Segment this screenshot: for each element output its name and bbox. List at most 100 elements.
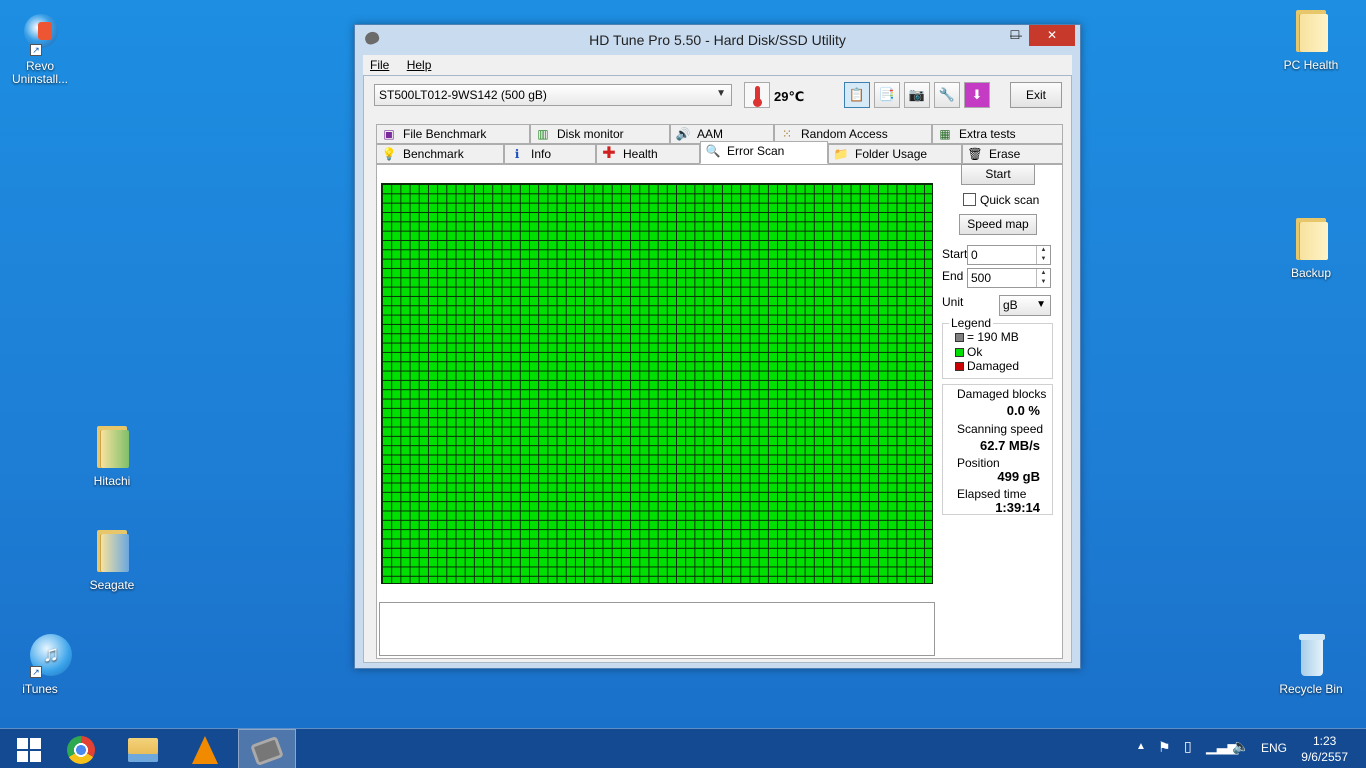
- tab-strip: ▣ File Benchmark ▥ Disk monitor 🔊 AAM ⁙ Rand…: [376, 124, 1063, 164]
- folder-icon: [95, 424, 129, 468]
- battery-icon[interactable]: ▯: [1184, 738, 1192, 755]
- desktop-icon-hitachi[interactable]: Hitachi: [72, 424, 152, 488]
- clock-date: 9/6/2557: [1301, 750, 1348, 764]
- chevron-down-icon: ▼: [1036, 299, 1046, 310]
- desktop-icon-recycle-bin[interactable]: Recycle Bin: [1271, 632, 1351, 696]
- legend-block-row: = 190 MB: [955, 330, 1019, 344]
- screenshot-button[interactable]: 📷: [904, 82, 930, 108]
- position-value: 499 gB: [997, 469, 1040, 484]
- drive-select-value: ST500LT012-9WS142 (500 gB): [379, 88, 547, 102]
- show-hidden-icons-icon[interactable]: ▲: [1136, 741, 1146, 752]
- options-button[interactable]: 🔧: [934, 82, 960, 108]
- taskbar-file-explorer[interactable]: [114, 729, 172, 768]
- chevron-down-icon: ▼: [716, 88, 726, 99]
- legend-damaged-row: Damaged: [955, 359, 1019, 373]
- chrome-icon: [67, 736, 95, 765]
- tab-info[interactable]: ℹ Info: [504, 144, 596, 164]
- tools-icon: 🔧: [938, 87, 956, 102]
- desktop-icon-label: Seagate: [89, 578, 135, 592]
- end-field[interactable]: 500 ▲ ▼: [967, 268, 1051, 288]
- title-bar[interactable]: HD Tune Pro 5.50 - Hard Disk/SSD Utility…: [355, 25, 1080, 53]
- vlc-cone-icon: [192, 736, 218, 765]
- start-button[interactable]: [0, 729, 58, 768]
- gray-swatch-icon: [955, 333, 964, 342]
- window-title: HD Tune Pro 5.50 - Hard Disk/SSD Utility: [589, 32, 846, 48]
- tab-extra-tests[interactable]: ▦ Extra tests: [932, 124, 1063, 144]
- unit-label: Unit: [942, 295, 964, 309]
- client-area: ST500LT012-9WS142 (500 gB) ▼ 29℃ 📋 📑 📷 🔧…: [363, 75, 1072, 663]
- copy-icon: 📋: [848, 87, 866, 102]
- desktop-icon-backup[interactable]: Backup: [1271, 216, 1351, 280]
- itunes-icon: ♫ ↗: [16, 632, 72, 680]
- copy-all-button[interactable]: 📑: [874, 82, 900, 108]
- start-field[interactable]: 0 ▲ ▼: [967, 245, 1051, 265]
- copy-text-button[interactable]: 📋: [844, 82, 870, 108]
- desktop-icon-label: Revo Uninstall...: [11, 59, 69, 86]
- unit-select-value: gB: [1003, 298, 1018, 312]
- legend-ok-row: Ok: [955, 345, 982, 359]
- desktop-icon-seagate[interactable]: Seagate: [72, 528, 152, 592]
- language-indicator[interactable]: ENG: [1261, 741, 1287, 755]
- start-field-value: 0: [971, 248, 978, 262]
- hdtune-window: HD Tune Pro 5.50 - Hard Disk/SSD Utility…: [354, 24, 1081, 669]
- quick-scan-checkbox[interactable]: [963, 193, 976, 206]
- start-scan-button[interactable]: Start: [961, 164, 1035, 185]
- elapsed-time-label: Elapsed time: [957, 487, 1027, 501]
- menu-help[interactable]: Help: [400, 55, 439, 75]
- copy-all-icon: 📑: [878, 87, 896, 102]
- scan-stats-group: Damaged blocks 0.0 % Scanning speed 62.7…: [942, 384, 1053, 515]
- scanning-speed-label: Scanning speed: [957, 422, 1044, 436]
- maximize-button[interactable]: ☐: [1001, 25, 1029, 46]
- error-scan-panel: Start Quick scan Speed map Start 0 ▲ ▼ En…: [376, 164, 1063, 659]
- folder-icon: [1294, 216, 1328, 260]
- damaged-blocks-value: 0.0 %: [1006, 403, 1040, 418]
- desktop-icon-revo[interactable]: ↗ Revo Uninstall...: [0, 10, 80, 86]
- end-label: End: [942, 269, 964, 283]
- info-icon: ℹ: [514, 147, 520, 161]
- save-button[interactable]: ⬇: [964, 82, 990, 108]
- taskbar-hdtune[interactable]: [238, 729, 296, 768]
- desktop-icon-pc-health[interactable]: PC Health: [1271, 8, 1351, 72]
- system-tray: ▲ ⚑ ▯ ▁▃▅ 🔈: [1136, 729, 1262, 768]
- menu-bar: File Help: [363, 55, 1072, 75]
- lightbulb-icon: 💡: [381, 147, 397, 161]
- spinner-icon[interactable]: ▲ ▼: [1036, 246, 1050, 264]
- tab-file-benchmark[interactable]: ▣ File Benchmark: [376, 124, 530, 144]
- quick-scan-label: Quick scan: [980, 193, 1040, 207]
- volume-icon[interactable]: 🔈: [1232, 738, 1249, 755]
- thermometer-icon: [744, 82, 770, 108]
- recycle-bin-icon: [1287, 632, 1335, 680]
- tab-error-scan[interactable]: 🔍 Error Scan: [700, 141, 828, 164]
- menu-file[interactable]: File: [363, 55, 396, 75]
- magnifier-icon: 🔍: [705, 144, 721, 158]
- exit-button[interactable]: Exit: [1010, 82, 1062, 108]
- hard-disk-icon: [250, 736, 284, 767]
- tab-disk-monitor[interactable]: ▥ Disk monitor: [530, 124, 670, 144]
- desktop-icon-itunes[interactable]: ♫ ↗ iTunes: [0, 632, 80, 696]
- red-swatch-icon: [955, 362, 964, 371]
- taskbar-chrome[interactable]: [52, 729, 110, 768]
- trash-icon: 🗑: [967, 147, 983, 161]
- end-field-value: 500: [971, 271, 992, 285]
- unit-select[interactable]: gB ▼: [999, 295, 1051, 316]
- start-label: Start: [942, 247, 968, 261]
- tab-folder-usage[interactable]: 📁 Folder Usage: [828, 144, 962, 164]
- revo-icon: ↗: [16, 10, 64, 58]
- tab-erase[interactable]: 🗑 Erase: [962, 144, 1063, 164]
- tab-health[interactable]: ✚ Health: [596, 144, 700, 164]
- taskbar-vlc[interactable]: [176, 729, 234, 768]
- taskbar-clock[interactable]: 1:23 9/6/2557: [1301, 733, 1348, 765]
- damaged-blocks-label: Damaged blocks: [957, 387, 1047, 401]
- close-button[interactable]: ✕: [1029, 25, 1075, 46]
- file-benchmark-icon: ▣: [383, 127, 395, 141]
- download-icon: ⬇: [971, 87, 983, 102]
- folder-icon: 📁: [833, 147, 849, 161]
- drive-select[interactable]: ST500LT012-9WS142 (500 gB) ▼: [374, 84, 732, 106]
- windows-logo-icon: [17, 738, 41, 763]
- tab-benchmark[interactable]: 💡 Benchmark: [376, 144, 504, 164]
- spinner-icon[interactable]: ▲ ▼: [1036, 269, 1050, 287]
- speed-map-button[interactable]: Speed map: [959, 214, 1037, 235]
- error-scan-controls: Start Quick scan Speed map Start 0 ▲ ▼ En…: [942, 164, 1062, 658]
- red-cross-icon: ✚: [602, 145, 616, 162]
- action-center-flag-icon[interactable]: ⚑: [1158, 739, 1171, 756]
